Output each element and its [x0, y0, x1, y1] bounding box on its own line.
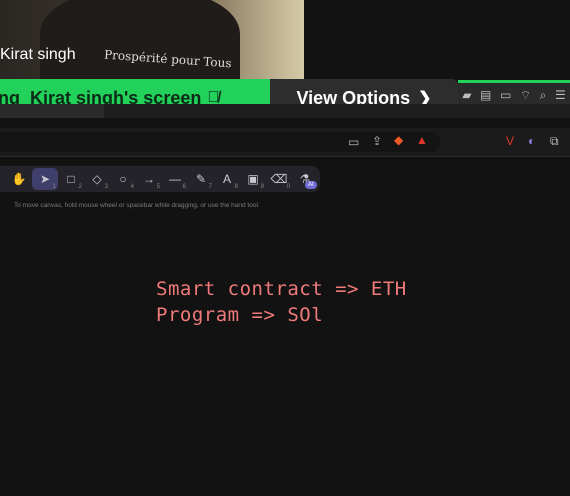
system-tray: ▰ ▤ ▭ ⌔ ⌕ ☰	[458, 80, 570, 107]
image-icon: ▣	[247, 172, 259, 186]
cast-icon[interactable]: ▭	[348, 135, 359, 149]
tool-shortcut-key: 9	[260, 184, 264, 190]
ellipse-icon: ○	[119, 172, 127, 186]
tool-line[interactable]: —6	[162, 168, 188, 190]
diamond-icon: ◇	[92, 172, 102, 186]
browser-tab-strip	[0, 104, 570, 118]
search-icon[interactable]: ⌕	[540, 88, 547, 103]
pointer-icon: ➤	[39, 172, 51, 186]
battery-icon: ▭	[499, 88, 512, 102]
tool-shortcut-key: 4	[130, 184, 134, 190]
browser-tab[interactable]	[0, 104, 104, 118]
share-icon[interactable]: ⇪	[372, 134, 382, 148]
folder-icon[interactable]: ▰	[462, 88, 471, 102]
pencil-icon: ✎	[195, 172, 207, 186]
leo-ai-icon[interactable]: ◐	[528, 134, 535, 148]
messages-icon[interactable]: ▤	[480, 88, 491, 102]
wifi-icon: ⌔	[519, 87, 532, 102]
canvas-text-line[interactable]: Smart contract => ETH	[156, 278, 407, 300]
tool-text[interactable]: A8	[214, 168, 240, 190]
tool-eraser[interactable]: ⌫ 0	[266, 168, 292, 190]
tool-shortcut-key: 8	[234, 184, 238, 190]
brave-shields-icon[interactable]: ◆	[394, 133, 403, 147]
ai-badge: AI	[305, 181, 317, 189]
rectangle-icon: □	[67, 172, 75, 186]
tool-shortcut-key: 2	[78, 184, 82, 190]
arrow-icon: →	[143, 172, 155, 186]
text-icon: A	[222, 172, 231, 186]
participant-name: Kirat singh	[0, 46, 76, 63]
hand-icon: ✋	[11, 172, 27, 186]
tool-shortcut-key: 5	[156, 184, 160, 190]
tool-arrow[interactable]: → 5	[136, 168, 162, 190]
tool-shortcut-key: 6	[182, 184, 186, 190]
drawing-toolbar: ✋ ➤ 1 □ 2 ◇ 3 ○ 4 → 5—6 ✎ 7 A 8 ▣ 9 ⌫ 0 ⚗	[0, 166, 320, 192]
brave-rewards-icon[interactable]: ▲	[416, 133, 428, 147]
tool-ellipse[interactable]: ○ 4	[110, 168, 136, 190]
tool-pointer[interactable]: ➤ 1	[32, 168, 58, 190]
tool-image[interactable]: ▣ 9	[240, 168, 266, 190]
line-icon: —	[169, 172, 181, 186]
vpn-icon[interactable]: V	[506, 134, 514, 148]
tool-pencil[interactable]: ✎ 7	[188, 168, 214, 190]
canvas-hint: To move canvas, hold mouse wheel or spac…	[14, 202, 260, 209]
tool-rectangle[interactable]: □ 2	[58, 168, 84, 190]
extensions-icon[interactable]: ⧉	[550, 134, 559, 149]
canvas-text-line[interactable]: Program => SOl	[156, 304, 323, 326]
tool-shortcut-key: 3	[104, 184, 108, 190]
tool-shortcut-key: 0	[286, 184, 290, 190]
tool-shortcut-key: 1	[52, 184, 56, 190]
tool-hand[interactable]: ✋	[6, 168, 32, 190]
tool-shortcut-key: 7	[208, 184, 212, 190]
browser-toolbar: ▭ ⇪ ◆ ▲ V ◐ ⧉	[0, 128, 570, 157]
control-center-icon[interactable]: ☰	[555, 88, 566, 102]
eraser-icon: ⌫	[270, 172, 288, 186]
tool-diamond[interactable]: ◇ 3	[84, 168, 110, 190]
participant-video: Prospérité pour Tous Kirat singh	[0, 0, 304, 80]
